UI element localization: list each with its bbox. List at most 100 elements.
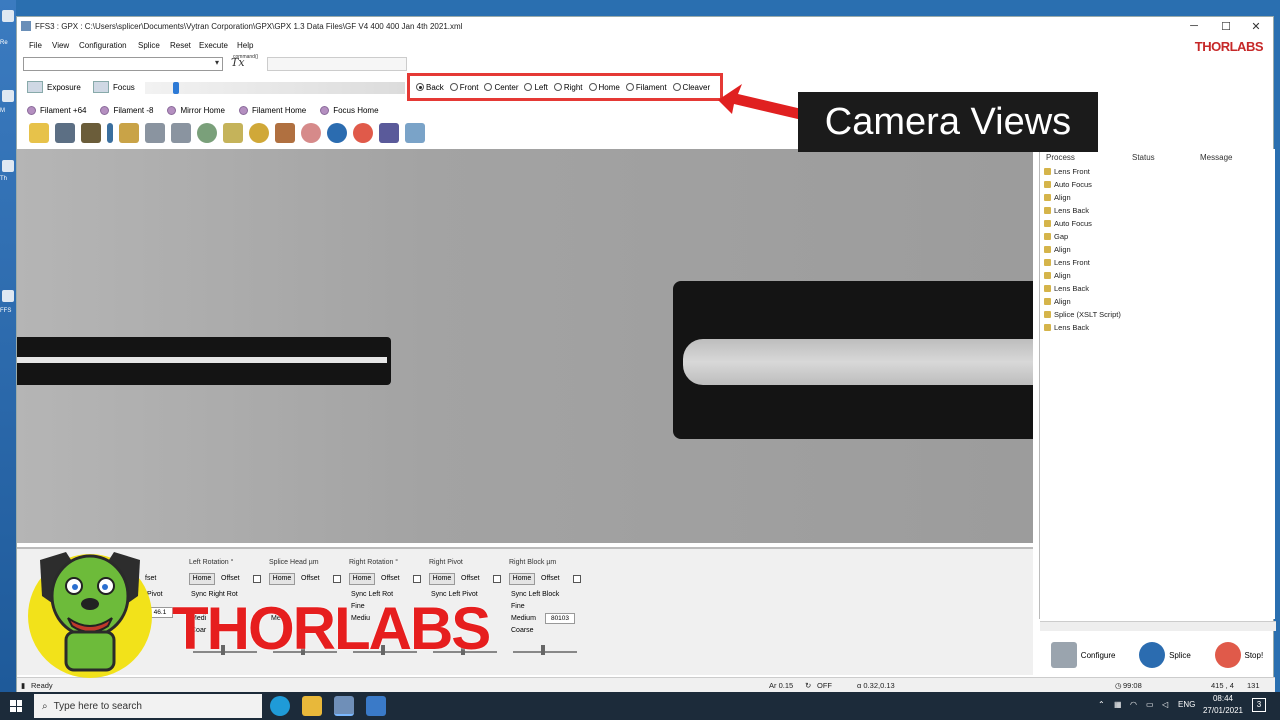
menu-help[interactable]: Help — [237, 41, 253, 50]
col-status[interactable]: Status — [1132, 153, 1200, 165]
recycle-bin-icon[interactable] — [2, 10, 14, 22]
maximize-button[interactable]: ☐ — [1211, 20, 1241, 33]
process-item[interactable]: Lens Back — [1044, 206, 1089, 215]
view-cleaver[interactable]: Cleaver — [672, 83, 710, 92]
motor-icon[interactable] — [119, 123, 139, 143]
stop-icon[interactable] — [353, 123, 373, 143]
preset-filament-plus64[interactable]: Filament +64 — [27, 103, 86, 117]
cleaver-icon[interactable] — [275, 123, 295, 143]
view-filament[interactable]: Filament — [625, 83, 667, 92]
keyboard-icon[interactable]: ▭ — [1146, 700, 1154, 709]
gap-icon[interactable] — [171, 123, 191, 143]
step-medium-radio[interactable]: Medium — [511, 615, 536, 622]
col-message[interactable]: Message — [1200, 153, 1232, 165]
taskbar-search[interactable]: ⌕ Type here to search — [34, 694, 262, 718]
save-icon[interactable] — [55, 123, 75, 143]
clock-time[interactable]: 08:44 — [1208, 694, 1238, 703]
view-left[interactable]: Left — [524, 83, 548, 92]
menu-file[interactable]: File — [29, 41, 42, 50]
command-input[interactable] — [267, 57, 407, 71]
volume-icon[interactable]: ◁ — [1162, 700, 1168, 709]
col-process[interactable]: Process — [1040, 153, 1132, 165]
minimize-button[interactable]: ─ — [1179, 20, 1209, 32]
menu-reset[interactable]: Reset — [170, 41, 191, 50]
offset-checkbox[interactable] — [573, 575, 581, 583]
send-command-icon[interactable]: Tx — [231, 56, 245, 69]
offset-checkbox[interactable] — [333, 575, 341, 583]
splice-button[interactable]: Splice — [1139, 642, 1191, 668]
preset-mirror-home[interactable]: Mirror Home — [167, 103, 225, 117]
process-item[interactable]: Align — [1044, 271, 1071, 280]
network-icon[interactable]: ▦ — [1114, 700, 1122, 709]
wand-icon[interactable] — [29, 123, 49, 143]
process-item[interactable]: Align — [1044, 245, 1071, 254]
desktop-app-icon[interactable] — [2, 160, 14, 172]
process-item[interactable]: Gap — [1044, 232, 1068, 241]
menu-splice[interactable]: Splice — [138, 41, 160, 50]
view-back[interactable]: Back — [416, 83, 444, 92]
exposure-slider[interactable] — [145, 82, 405, 94]
home-button[interactable]: Home — [189, 573, 215, 585]
home-button[interactable]: Home — [349, 573, 375, 585]
coordinates-icon[interactable] — [379, 123, 399, 143]
camera-view[interactable] — [17, 149, 1033, 543]
file-explorer-icon[interactable] — [302, 696, 322, 716]
heat-icon[interactable] — [249, 123, 269, 143]
exposure-button[interactable]: Exposure — [27, 77, 81, 97]
view-home[interactable]: Home — [588, 83, 620, 92]
offset-checkbox[interactable] — [413, 575, 421, 583]
process-item[interactable]: Lens Front — [1044, 258, 1090, 267]
preset-filament-minus8[interactable]: Filament -8 — [100, 103, 153, 117]
focus-button[interactable]: Focus — [93, 77, 135, 97]
step-fine-radio[interactable]: Fine — [511, 603, 525, 610]
offset-checkbox[interactable] — [253, 575, 261, 583]
process-item[interactable]: Align — [1044, 297, 1071, 306]
view-center[interactable]: Center — [484, 83, 518, 92]
view-front[interactable]: Front — [449, 83, 478, 92]
process-item[interactable]: Splice (XSLT Script) — [1044, 310, 1121, 319]
notification-icon[interactable]: 3 — [1252, 698, 1266, 712]
align-icon[interactable] — [145, 123, 165, 143]
slider-knob[interactable] — [541, 645, 545, 655]
preset-focus-home[interactable]: Focus Home — [320, 103, 379, 117]
home-button[interactable]: Home — [509, 573, 535, 585]
home-button[interactable]: Home — [269, 573, 295, 585]
process-item[interactable]: Lens Back — [1044, 323, 1089, 332]
process-item[interactable]: Align — [1044, 193, 1071, 202]
splice-icon[interactable] — [327, 123, 347, 143]
process-item[interactable]: Auto Focus — [1044, 219, 1092, 228]
process-item[interactable]: Auto Focus — [1044, 180, 1092, 189]
settings-icon[interactable] — [405, 123, 425, 143]
camera-settings-icon[interactable] — [81, 123, 101, 143]
menu-configuration[interactable]: Configuration — [79, 41, 127, 50]
language-indicator[interactable]: ENG — [1178, 700, 1195, 709]
sync-label[interactable]: Sync Left Block — [511, 591, 559, 598]
position-value[interactable]: 80103 — [545, 613, 575, 624]
process-item[interactable]: Lens Back — [1044, 284, 1089, 293]
slider-thumb[interactable] — [173, 82, 179, 94]
edge-icon[interactable] — [270, 696, 290, 716]
close-button[interactable]: ✕ — [1241, 20, 1271, 33]
measure-icon[interactable] — [223, 123, 243, 143]
desktop-app-icon[interactable] — [2, 290, 14, 302]
view-right[interactable]: Right — [553, 83, 583, 92]
lens-icon[interactable] — [197, 123, 217, 143]
fiber-icon[interactable] — [107, 123, 113, 143]
wifi-icon[interactable]: ◠ — [1130, 700, 1137, 709]
clock-date[interactable]: 27/01/2021 — [1200, 706, 1246, 715]
ffs3-app-icon[interactable] — [334, 696, 354, 716]
home-button[interactable]: Home — [429, 573, 455, 585]
filament-icon[interactable] — [301, 123, 321, 143]
process-item[interactable]: Lens Front — [1044, 167, 1090, 176]
position-slider[interactable] — [513, 651, 577, 653]
app-icon[interactable] — [366, 696, 386, 716]
process-scrollbar[interactable] — [1040, 621, 1276, 631]
menu-view[interactable]: View — [52, 41, 69, 50]
tray-expand-icon[interactable]: ⌃ — [1098, 700, 1105, 709]
step-coarse-radio[interactable]: Coarse — [511, 627, 534, 634]
stop-button[interactable]: Stop! — [1214, 642, 1263, 668]
configure-button[interactable]: Configure — [1050, 642, 1115, 668]
windows-start-icon[interactable] — [10, 700, 22, 712]
offset-checkbox[interactable] — [493, 575, 501, 583]
preset-filament-home[interactable]: Filament Home — [238, 103, 306, 117]
